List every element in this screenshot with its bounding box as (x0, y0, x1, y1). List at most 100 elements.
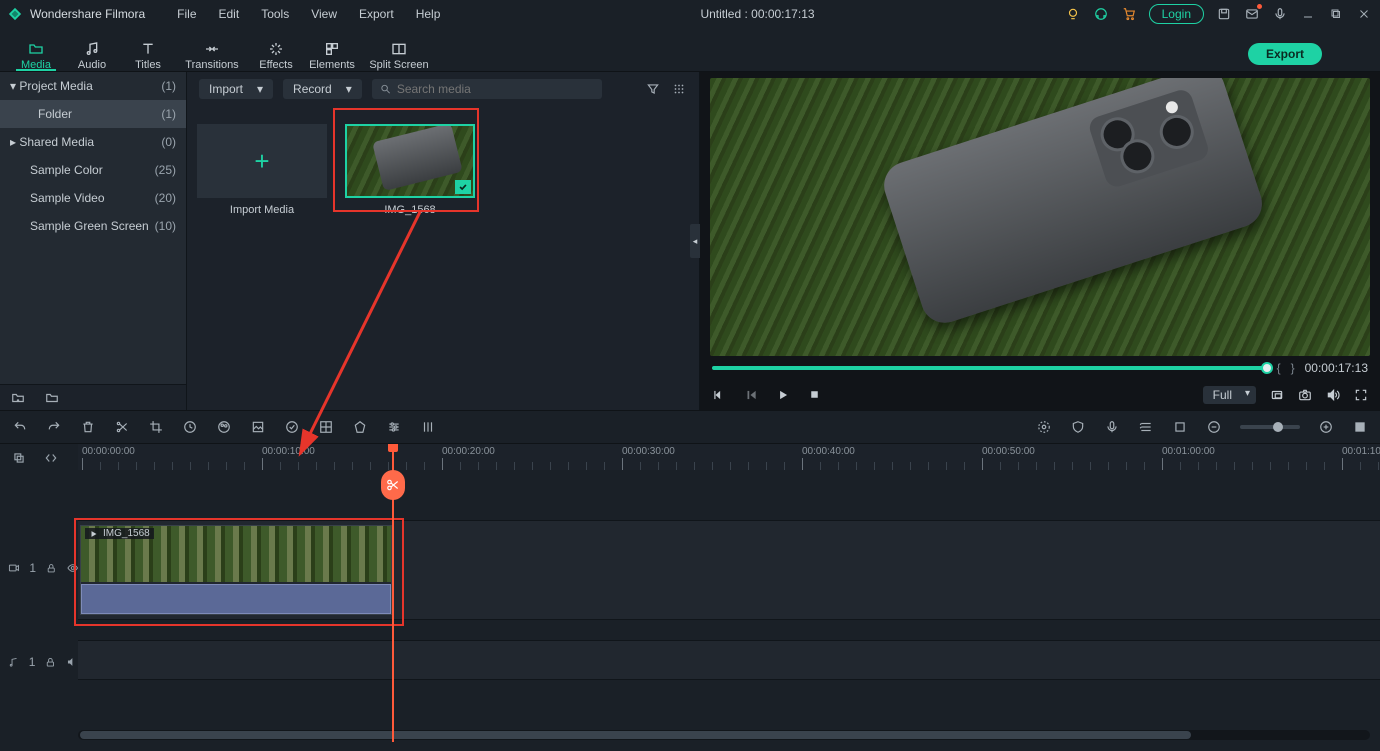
popup-icon[interactable] (1270, 388, 1284, 402)
video-track-1[interactable]: IMG_1568 (78, 520, 1380, 620)
support-icon[interactable] (1093, 6, 1109, 22)
adjust-icon[interactable] (386, 419, 402, 435)
sidebar-item-project-media[interactable]: ▾ Project Media(1) (0, 72, 186, 100)
ruler-label: 00:00:10:00 (262, 446, 315, 457)
sidebar-item-shared-media[interactable]: ▸ Shared Media(0) (0, 128, 186, 156)
zoom-slider[interactable] (1240, 425, 1300, 429)
crop-icon[interactable] (148, 419, 164, 435)
scrub-handle[interactable] (1261, 362, 1273, 374)
mixer-icon[interactable] (420, 419, 436, 435)
sidebar-item-sample-green[interactable]: Sample Green Screen(10) (0, 212, 186, 240)
message-icon[interactable] (1244, 6, 1260, 22)
green-screen-icon[interactable] (250, 419, 266, 435)
media-clip-tile[interactable]: IMG_1568 (345, 124, 475, 216)
track-dup-icon[interactable] (12, 451, 26, 465)
tab-titles[interactable]: Titles (120, 27, 176, 71)
ruler-label: 00:01:00:00 (1162, 446, 1215, 457)
tab-transitions[interactable]: Transitions (176, 27, 248, 71)
volume-icon[interactable] (1326, 388, 1340, 402)
import-dropdown[interactable]: Import▾ (199, 79, 273, 99)
eye-icon[interactable] (67, 562, 78, 574)
split-icon[interactable] (114, 419, 130, 435)
guard-icon[interactable] (1070, 419, 1086, 435)
fullscreen-icon[interactable] (1354, 388, 1368, 402)
sidebar-item-sample-video[interactable]: Sample Video(20) (0, 184, 186, 212)
tab-media[interactable]: Media (8, 27, 64, 71)
audio-track-1[interactable] (78, 640, 1380, 680)
speed-icon[interactable] (182, 419, 198, 435)
redo-icon[interactable] (46, 419, 62, 435)
color-icon[interactable] (216, 419, 232, 435)
tab-split-screen[interactable]: Split Screen (360, 27, 438, 71)
detach-audio-icon[interactable] (318, 419, 334, 435)
mute-icon[interactable] (66, 656, 78, 668)
chevron-down-icon: ▾ (346, 82, 352, 96)
mark-in-icon[interactable]: { (1277, 361, 1281, 375)
panel-collapse-handle[interactable]: ◂ (690, 224, 700, 258)
tab-effects[interactable]: Effects (248, 27, 304, 71)
keyframe-icon[interactable] (284, 419, 300, 435)
zoom-in-icon[interactable] (1318, 419, 1334, 435)
timeline-scrollbar[interactable] (78, 730, 1370, 740)
zoom-fit-icon[interactable] (1352, 419, 1368, 435)
filter-icon[interactable] (645, 81, 661, 97)
preview-scrub-bar[interactable]: { } 00:00:17:13 (710, 356, 1370, 380)
tab-audio-label: Audio (78, 59, 106, 71)
auto-ripple-icon[interactable] (44, 451, 58, 465)
snap-icon[interactable] (1172, 419, 1188, 435)
chevron-down-icon: ▾ (10, 79, 16, 93)
menu-tools[interactable]: Tools (251, 5, 299, 23)
ruler-label: 00:00:20:00 (442, 446, 495, 457)
undo-icon[interactable] (12, 419, 28, 435)
menu-edit[interactable]: Edit (209, 5, 250, 23)
lock-icon[interactable] (46, 563, 56, 574)
menu-export[interactable]: Export (349, 5, 404, 23)
import-media-tile[interactable]: + Import Media (197, 124, 327, 216)
window-minimize-icon[interactable] (1300, 6, 1316, 22)
zoom-out-icon[interactable] (1206, 419, 1222, 435)
track-manager-icon[interactable] (1138, 419, 1154, 435)
mic-icon[interactable] (1272, 6, 1288, 22)
lock-icon[interactable] (45, 657, 56, 668)
tab-effects-label: Effects (259, 59, 292, 71)
sidebar-item-sample-color[interactable]: Sample Color(25) (0, 156, 186, 184)
window-restore-icon[interactable] (1328, 6, 1344, 22)
search-box[interactable] (372, 79, 602, 99)
render-icon[interactable] (1036, 419, 1052, 435)
grid-view-icon[interactable] (671, 81, 687, 97)
idea-icon[interactable] (1065, 6, 1081, 22)
timeline-toolbar (0, 410, 1380, 444)
clip-thumbnail[interactable] (345, 124, 475, 198)
quality-select[interactable]: Full (1203, 386, 1256, 404)
save-icon[interactable] (1216, 6, 1232, 22)
export-button[interactable]: Export (1248, 43, 1322, 65)
window-close-icon[interactable] (1356, 6, 1372, 22)
marker-icon[interactable] (352, 419, 368, 435)
tab-audio[interactable]: Audio (64, 27, 120, 71)
stop-icon[interactable] (808, 388, 821, 402)
cart-icon[interactable] (1121, 6, 1137, 22)
step-back-icon[interactable] (744, 388, 758, 402)
prev-frame-icon[interactable] (712, 388, 726, 402)
menu-help[interactable]: Help (406, 5, 451, 23)
record-dropdown[interactable]: Record▾ (283, 79, 362, 99)
play-icon[interactable] (776, 388, 790, 402)
delete-icon[interactable] (80, 419, 96, 435)
timeline-playhead[interactable] (392, 444, 394, 742)
mark-out-icon[interactable]: } (1291, 361, 1295, 375)
folder-icon[interactable] (44, 390, 60, 406)
tab-elements[interactable]: Elements (304, 27, 360, 71)
media-toolbar: Import▾ Record▾ (187, 72, 699, 106)
snapshot-icon[interactable] (1298, 388, 1312, 402)
voiceover-icon[interactable] (1104, 419, 1120, 435)
menu-file[interactable]: File (167, 5, 206, 23)
preview-video[interactable] (710, 78, 1370, 356)
menu-view[interactable]: View (301, 5, 347, 23)
app-name: Wondershare Filmora (30, 7, 145, 21)
login-button[interactable]: Login (1149, 4, 1204, 24)
new-folder-icon[interactable] (10, 390, 26, 406)
sidebar-item-folder[interactable]: Folder(1) (0, 100, 186, 128)
timeline-ruler[interactable]: 00:00:00:0000:00:10:0000:00:20:0000:00:3… (78, 444, 1380, 470)
timeline-clip[interactable]: IMG_1568 (80, 525, 392, 615)
search-input[interactable] (397, 82, 594, 96)
